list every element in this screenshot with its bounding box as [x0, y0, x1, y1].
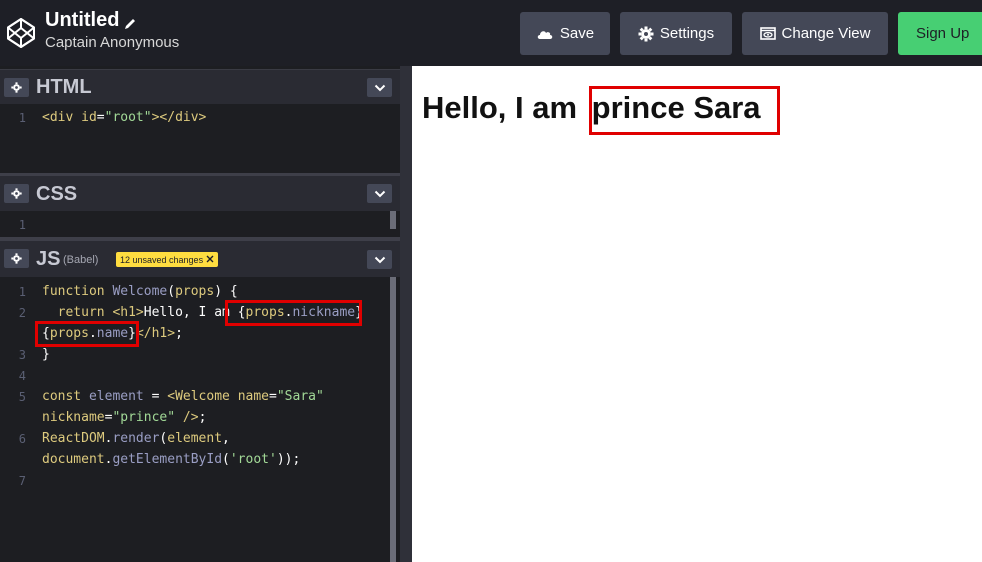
pen-title-text[interactable]: Untitled [45, 9, 119, 32]
line-number: 3 [18, 348, 26, 362]
code-line: document.getElementById('root')); [42, 452, 301, 467]
css-settings-gear-icon[interactable] [4, 184, 29, 203]
pen-title-block: Untitled Captain Anonymous [45, 9, 179, 51]
change-view-label: Change View [781, 25, 871, 42]
js-settings-gear-icon[interactable] [4, 249, 29, 268]
html-panel-header: HTML [0, 69, 400, 104]
pencil-icon[interactable] [123, 14, 137, 29]
result-preview: Hello, I am prince Sara [412, 66, 982, 562]
css-panel-header: CSS [0, 173, 400, 211]
pen-title[interactable]: Untitled [45, 9, 179, 32]
gear-icon [638, 26, 654, 42]
js-collapse-chevron-down-icon[interactable] [367, 250, 392, 269]
js-scrollbar[interactable] [390, 277, 396, 562]
settings-label: Settings [659, 25, 715, 42]
close-icon[interactable] [206, 255, 214, 265]
html-settings-gear-icon[interactable] [4, 78, 29, 97]
editor-column: HTML 1 <div id="root"></div> CSS 1 JS (B… [0, 66, 400, 562]
codepen-logo-icon[interactable] [6, 17, 36, 49]
js-preprocessor-label: (Babel) [63, 254, 99, 266]
preview-heading-prefix: Hello, I am [422, 90, 586, 125]
save-label: Save [559, 25, 595, 42]
html-code-editor[interactable]: 1 <div id="root"></div> [0, 104, 400, 173]
js-panel-title: JS [36, 248, 61, 270]
save-button[interactable]: Save [520, 12, 610, 55]
line-number: 4 [18, 369, 26, 383]
code-line: const element = <Welcome name="Sara" [42, 389, 324, 404]
css-scrollbar[interactable] [390, 211, 396, 229]
line-number: 1 [18, 285, 26, 299]
html-collapse-chevron-down-icon[interactable] [367, 78, 392, 97]
panel-resizer[interactable] [400, 66, 412, 562]
code-line: } [42, 347, 50, 362]
css-collapse-chevron-down-icon[interactable] [367, 184, 392, 203]
annotation-box-nickname [225, 300, 362, 326]
annotation-box-name [35, 321, 139, 347]
eye-window-icon [759, 27, 776, 40]
sign-up-button[interactable]: Sign Up [898, 12, 982, 55]
line-number: 5 [18, 390, 26, 404]
settings-button[interactable]: Settings [620, 12, 732, 55]
css-code-editor[interactable]: 1 [0, 211, 400, 237]
author-name: Captain Anonymous [45, 34, 180, 51]
sign-up-label: Sign Up [916, 25, 970, 42]
css-panel-title: CSS [36, 183, 78, 205]
cloud-icon [536, 28, 554, 40]
html-panel-title: HTML [36, 76, 92, 98]
js-panel-header: JS (Babel) 12 unsaved changes [0, 237, 400, 277]
line-number: 6 [18, 432, 26, 446]
change-view-button[interactable]: Change View [742, 12, 888, 55]
code-line: function Welcome(props) { [42, 284, 238, 299]
unsaved-changes-text: 12 unsaved changes [120, 254, 204, 265]
unsaved-changes-badge[interactable]: 12 unsaved changes [116, 252, 219, 267]
code-line: nickname="prince" />; [42, 410, 207, 425]
line-number: 1 [18, 218, 26, 232]
line-number: 7 [18, 474, 26, 488]
annotation-box-output [589, 86, 780, 135]
line-number: 2 [18, 306, 26, 320]
top-bar: Untitled Captain Anonymous Save Settings… [0, 0, 982, 66]
line-number: 1 [18, 111, 26, 125]
code-line: <div id="root"></div> [42, 110, 207, 125]
code-line: ReactDOM.render(element, [42, 431, 230, 446]
